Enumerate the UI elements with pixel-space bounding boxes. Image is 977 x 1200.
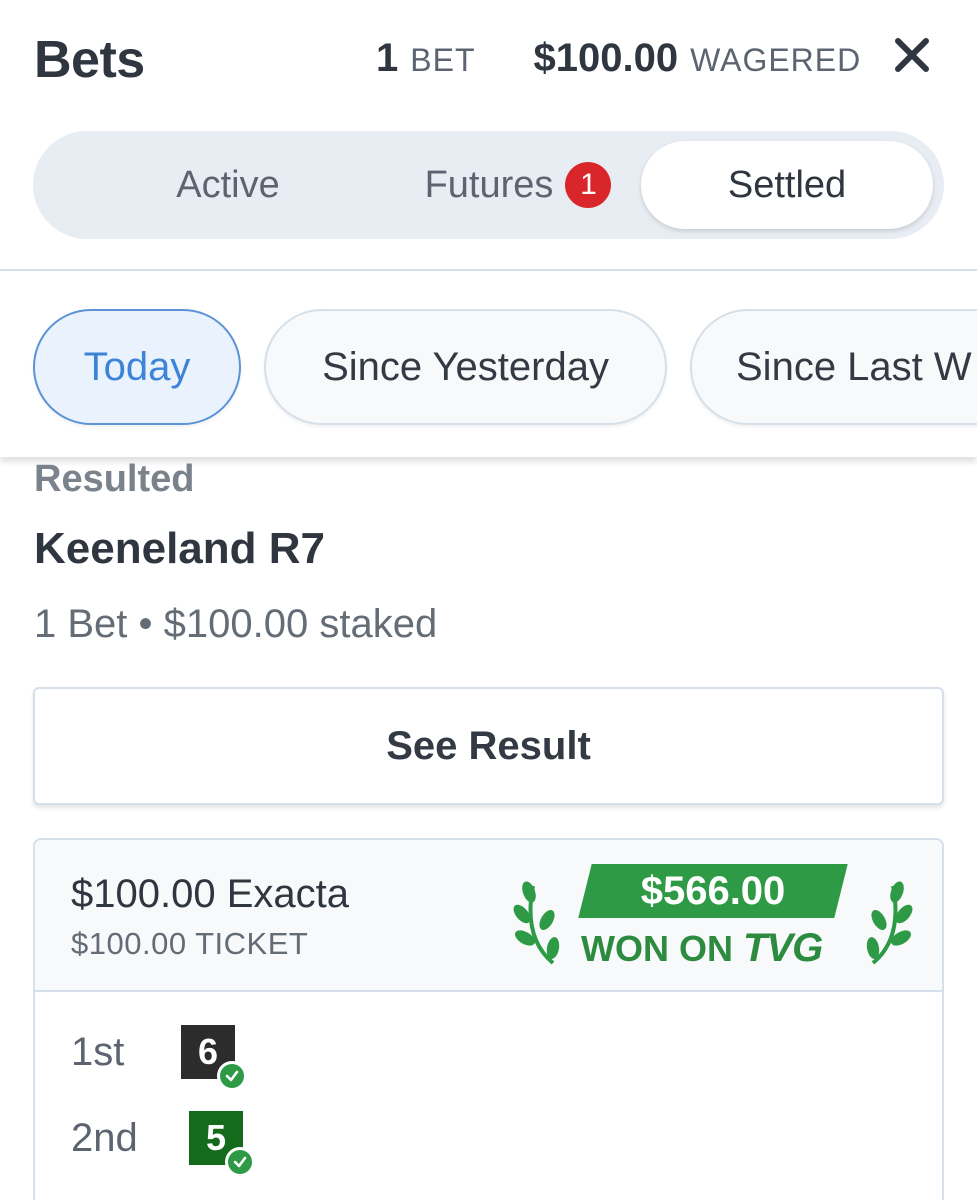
page-title: Bets xyxy=(34,31,145,89)
check-icon xyxy=(225,1147,255,1177)
race-title: Keeneland R7 xyxy=(34,524,325,573)
won-banner: $566.00 WON ON TVG xyxy=(513,860,913,980)
tab-active[interactable]: Active xyxy=(73,141,383,229)
date-filter-bar: Today Since Yesterday Since Last W xyxy=(0,271,977,457)
bet-tabs: Active Futures 1 Settled xyxy=(33,131,944,239)
bet-card-header: $100.00 Exacta $100.00 TICKET $566.00 WO… xyxy=(35,840,942,992)
finish-position-label: 1st xyxy=(71,1029,125,1074)
close-button[interactable] xyxy=(887,30,937,80)
wagered-amount: $100.00 xyxy=(533,36,679,80)
filter-since-yesterday[interactable]: Since Yesterday xyxy=(264,309,667,425)
tab-active-label: Active xyxy=(176,163,280,206)
bet-type: $100.00 Exacta xyxy=(71,872,349,916)
runner-number: 5 xyxy=(205,1117,227,1158)
race-summary: 1 Bet • $100.00 staked xyxy=(34,602,438,646)
tab-settled-label: Settled xyxy=(727,163,847,206)
see-result-button[interactable]: See Result xyxy=(33,687,944,805)
wagered-unit: WAGERED xyxy=(690,42,862,78)
futures-count-badge: 1 xyxy=(565,162,612,208)
bet-card: $100.00 Exacta $100.00 TICKET $566.00 WO… xyxy=(33,838,944,1200)
won-amount: $566.00 xyxy=(640,868,786,913)
wager-summary: 1 BET $100.00 WAGERED xyxy=(376,36,861,81)
finish-row-2nd: 2nd 5 xyxy=(71,1108,255,1177)
tab-futures[interactable]: Futures 1 xyxy=(373,141,663,229)
tab-settled[interactable]: Settled xyxy=(641,141,933,229)
bet-count-unit: BET xyxy=(410,42,476,78)
runner-saddlecloth: 6 xyxy=(181,1025,247,1091)
won-on-text: WON ON xyxy=(581,927,733,969)
tab-futures-label: Futures xyxy=(424,163,554,206)
finish-row-1st: 1st 6 xyxy=(71,1022,247,1091)
bet-ticket: $100.00 TICKET xyxy=(71,926,309,961)
close-icon[interactable] xyxy=(894,37,930,73)
runner-number: 6 xyxy=(197,1031,219,1072)
finish-position-label: 2nd xyxy=(71,1115,138,1160)
check-icon xyxy=(217,1061,247,1091)
won-on-label: WON ON TVG xyxy=(581,926,823,971)
runner-saddlecloth: 5 xyxy=(189,1111,255,1177)
status-heading: Resulted xyxy=(34,458,195,500)
laurel-left-icon xyxy=(513,881,560,965)
tvg-logo: TVG xyxy=(742,926,823,970)
header: Bets 1 BET $100.00 WAGERED xyxy=(0,0,977,120)
laurel-right-icon xyxy=(866,881,913,965)
filter-today[interactable]: Today xyxy=(33,309,241,425)
bet-count: 1 xyxy=(376,36,399,80)
filter-since-last-week[interactable]: Since Last W xyxy=(690,309,977,425)
